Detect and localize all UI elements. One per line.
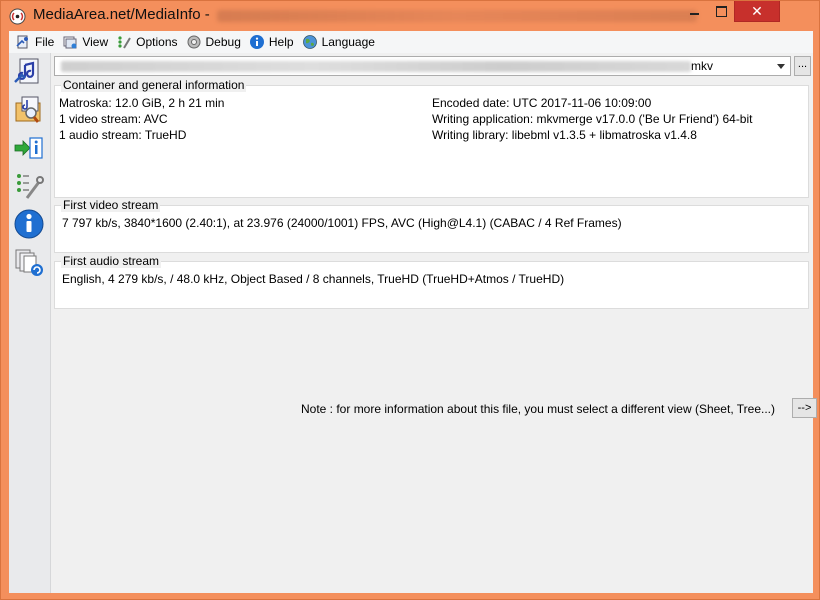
file-selector-dropdown[interactable]: mkv: [54, 56, 791, 76]
about-icon: [14, 209, 44, 239]
menu-help-label: Help: [268, 35, 294, 49]
general-writing-lib-line: Writing library: libebml v1.3.5 + libmat…: [432, 128, 697, 142]
view-note-text: Note : for more information about this f…: [301, 402, 775, 416]
app-window: MediaArea.net/MediaInfo - ✕ File View Op…: [0, 0, 820, 600]
title-bar[interactable]: MediaArea.net/MediaInfo - ✕: [1, 1, 819, 31]
menu-language[interactable]: Language: [299, 32, 380, 52]
about-button[interactable]: [12, 207, 46, 241]
mediainfo-app-icon: [9, 8, 26, 25]
general-video-count-line: 1 video stream: AVC: [59, 112, 168, 126]
close-button[interactable]: ✕: [734, 1, 780, 22]
export-button[interactable]: [12, 131, 46, 165]
menu-language-label: Language: [321, 35, 375, 49]
client-area: File View Options Debug Help Language mk…: [9, 31, 817, 593]
window-title: MediaArea.net/MediaInfo -: [33, 6, 210, 23]
open-folder-icon: [15, 96, 41, 123]
export-icon: [14, 137, 43, 159]
file-path-blurred: [61, 61, 691, 72]
preferences-icon: [17, 174, 44, 199]
language-icon: [302, 35, 317, 49]
menu-file[interactable]: File: [12, 32, 59, 52]
view-icon: [63, 36, 77, 49]
video-stream-title: First video stream: [61, 198, 161, 212]
menu-file-label: File: [35, 35, 55, 49]
knowledge-base-button[interactable]: [12, 245, 46, 279]
help-icon: [249, 35, 264, 49]
video-stream-details: 7 797 kb/s, 3840*1600 (2.40:1), at 23.97…: [62, 216, 622, 230]
general-writing-app-line: Writing application: mkvmerge v17.0.0 ('…: [432, 112, 753, 126]
menu-options[interactable]: Options: [113, 32, 182, 52]
title-filename-blurred: [217, 10, 697, 22]
menu-view-label: View: [82, 35, 109, 49]
general-info-group: Container and general information Matros…: [54, 78, 809, 198]
minimize-button[interactable]: [681, 1, 708, 22]
menu-bar: File View Options Debug Help Language: [9, 31, 813, 53]
options-icon: [118, 36, 131, 49]
browse-button[interactable]: ...: [794, 56, 811, 76]
file-extension: mkv: [691, 59, 713, 73]
menu-view[interactable]: View: [59, 32, 113, 52]
menu-debug-label: Debug: [205, 35, 241, 49]
video-stream-group: First video stream 7 797 kb/s, 3840*1600…: [54, 198, 809, 253]
chevron-down-icon[interactable]: [773, 58, 789, 74]
preferences-button[interactable]: [12, 169, 46, 203]
open-folder-button[interactable]: [12, 93, 46, 127]
audio-stream-details: English, 4 279 kb/s, / 48.0 kHz, Object …: [62, 272, 565, 286]
open-file-icon: [14, 58, 39, 84]
general-info-title: Container and general information: [61, 78, 247, 92]
left-toolbar: [9, 53, 51, 593]
main-panel: mkv ... Container and general informatio…: [51, 53, 817, 593]
general-format-line: Matroska: 12.0 GiB, 2 h 21 min: [59, 96, 225, 110]
menu-options-label: Options: [136, 35, 178, 49]
menu-debug[interactable]: Debug: [183, 32, 246, 52]
open-file-button[interactable]: [12, 55, 46, 89]
close-icon: ✕: [751, 3, 763, 19]
general-encoded-date-line: Encoded date: UTC 2017-11-06 10:09:00: [432, 96, 652, 110]
knowledge-base-icon: [15, 249, 43, 276]
audio-stream-group: First audio stream English, 4 279 kb/s, …: [54, 254, 809, 309]
debug-icon: [187, 35, 200, 49]
audio-stream-title: First audio stream: [61, 254, 162, 268]
change-view-button[interactable]: -->: [792, 398, 817, 418]
menu-help[interactable]: Help: [246, 32, 299, 52]
maximize-button[interactable]: [708, 1, 734, 22]
general-audio-count-line: 1 audio stream: TrueHD: [59, 128, 187, 142]
file-icon: [16, 35, 28, 49]
